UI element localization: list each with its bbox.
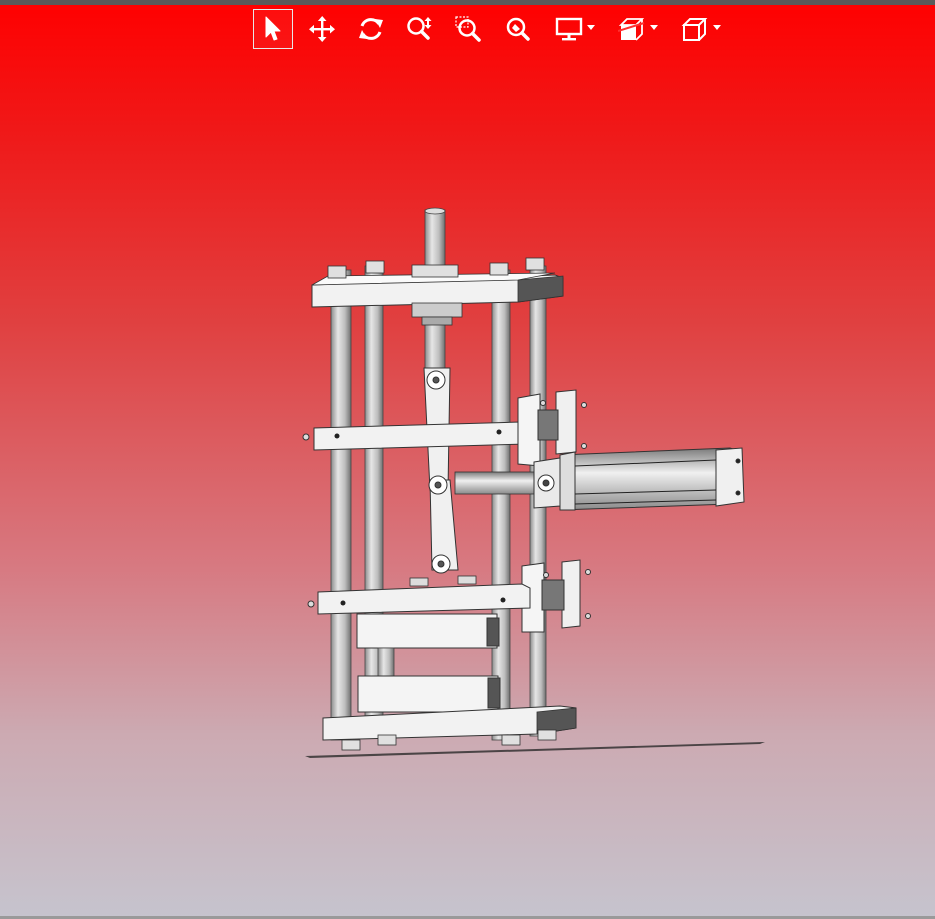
zoom-tool-button[interactable] [400, 9, 440, 49]
chevron-down-icon [587, 25, 595, 30]
arrow-pointer-icon [265, 16, 281, 41]
cylinder-piston-rod [454, 471, 536, 495]
select-tool-button[interactable] [253, 9, 293, 49]
zoom-fit-tool-button[interactable] [498, 9, 538, 49]
rotate-tool-button[interactable] [351, 9, 391, 49]
rotate-icon [359, 18, 383, 40]
move-arrows-icon [309, 16, 335, 42]
zoom-window-tool-button[interactable] [449, 9, 489, 49]
pneumatic-cylinder [533, 447, 745, 511]
pan-tool-button[interactable] [302, 9, 342, 49]
3d-viewport[interactable] [0, 0, 935, 919]
cube-icon [681, 18, 708, 41]
mechanical-assembly-model[interactable] [0, 0, 935, 919]
punch-block [356, 613, 498, 649]
zoom-window-icon [455, 16, 481, 42]
die-block [357, 675, 499, 713]
zoom-updown-icon [407, 17, 432, 40]
viewer-toolbar [253, 9, 736, 49]
display-mode-dropdown[interactable] [547, 9, 599, 49]
view-orientation-dropdown[interactable] [673, 9, 725, 49]
chevron-down-icon [713, 25, 721, 30]
lower-bracket [521, 559, 591, 633]
monitor-icon [555, 17, 583, 41]
guide-rod-front-right [491, 269, 511, 741]
section-dropdown[interactable] [610, 9, 662, 49]
section-box-icon [618, 18, 645, 41]
chevron-down-icon [650, 25, 658, 30]
zoom-fit-icon [506, 17, 530, 41]
ground-shadow [305, 742, 765, 758]
guide-rod-front-left [330, 269, 352, 741]
